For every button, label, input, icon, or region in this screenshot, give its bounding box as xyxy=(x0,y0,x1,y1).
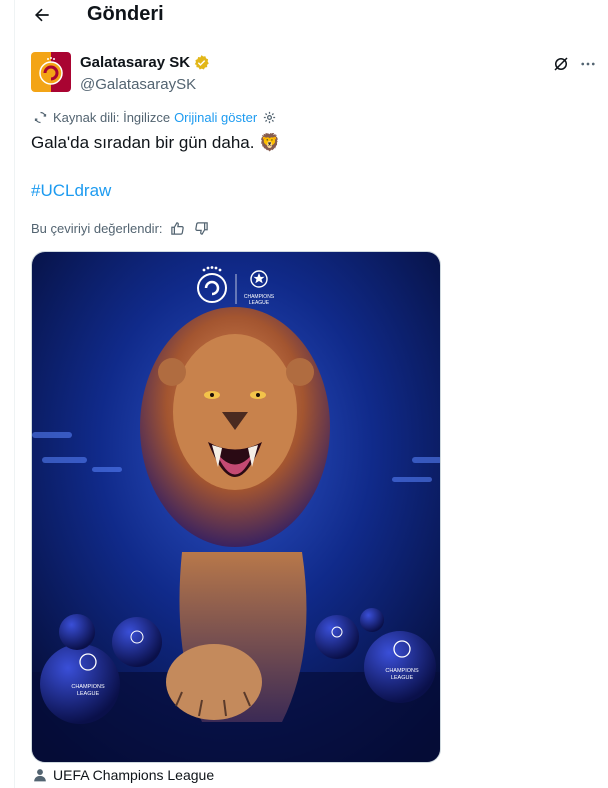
arrow-left-icon xyxy=(35,8,49,22)
display-name-row: Galatasaray SK xyxy=(80,54,210,71)
champions-league-ball-right: CHAMPIONS LEAGUE xyxy=(364,631,436,703)
thumbs-up-icon xyxy=(171,221,184,235)
thumbs-up-button[interactable] xyxy=(169,219,187,237)
grok-button[interactable] xyxy=(549,52,573,76)
rate-translation: Bu çeviriyi değerlendir: xyxy=(31,219,211,237)
grok-icon xyxy=(554,57,568,71)
translate-icon xyxy=(34,111,47,124)
svg-text:LEAGUE: LEAGUE xyxy=(391,675,414,681)
thumbs-down-icon xyxy=(195,221,208,235)
tagged-account-label[interactable]: UEFA Champions League xyxy=(53,767,214,783)
tweet-author: Galatasaray SK @GalatasaraySK xyxy=(31,52,595,96)
svg-text:LEAGUE: LEAGUE xyxy=(249,300,270,306)
more-options-button[interactable] xyxy=(577,52,599,76)
tweet-text: Gala'da sıradan bir gün daha. 🦁 xyxy=(31,133,281,152)
person-icon xyxy=(34,769,46,782)
back-button[interactable] xyxy=(31,4,53,26)
timeline-border xyxy=(14,0,15,788)
settings-gear-icon[interactable] xyxy=(262,110,277,125)
display-name[interactable]: Galatasaray SK xyxy=(80,54,190,71)
champions-league-ball: CHAMPIONS LEAGUE xyxy=(40,644,120,724)
lion-poster-image: CHAMPIONS LEAGUE CHAMPIONS LEAGUE CHAMPI… xyxy=(32,252,440,762)
galatasaray-logo-icon xyxy=(31,52,71,92)
translation-notice: Kaynak dili: İngilizce Orijinali göster xyxy=(33,110,277,125)
avatar[interactable] xyxy=(31,52,71,92)
svg-text:LEAGUE: LEAGUE xyxy=(77,691,100,697)
hashtag-link[interactable]: #UCLdraw xyxy=(31,181,111,201)
top-bar: Gönderi xyxy=(15,0,608,30)
tagged-account: UEFA Champions League xyxy=(33,767,214,783)
svg-text:CHAMPIONS: CHAMPIONS xyxy=(385,668,419,674)
source-language: Kaynak dili: İngilizce xyxy=(53,110,171,125)
page-title: Gönderi xyxy=(87,3,164,25)
rate-translation-label: Bu çeviriyi değerlendir: xyxy=(31,220,163,236)
tweet-image[interactable]: CHAMPIONS LEAGUE CHAMPIONS LEAGUE CHAMPI… xyxy=(31,251,441,763)
show-original-link[interactable]: Orijinali göster xyxy=(174,110,257,125)
thumbs-down-button[interactable] xyxy=(193,219,211,237)
more-dots-icon xyxy=(581,62,595,66)
svg-text:CHAMPIONS: CHAMPIONS xyxy=(71,684,105,690)
verified-badge-icon xyxy=(194,55,209,70)
handle[interactable]: @GalatasaraySK xyxy=(80,76,196,93)
